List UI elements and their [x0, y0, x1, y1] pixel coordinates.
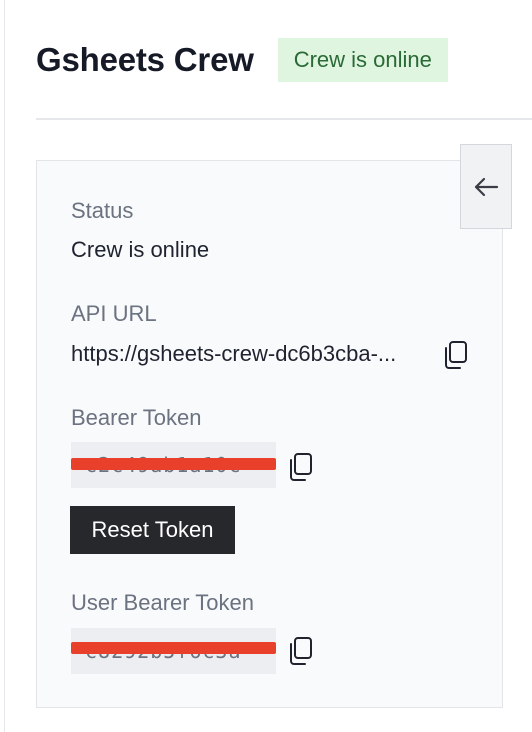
bearer-token-label: Bearer Token — [71, 405, 202, 430]
header-divider — [36, 118, 532, 120]
page-header: Gsheets Crew Crew is online — [36, 36, 448, 84]
copy-api-url-button[interactable] — [441, 340, 469, 370]
user-bearer-token-label: User Bearer Token — [71, 590, 255, 615]
api-url-value[interactable]: https://gsheets-crew-dc6b3cba-... — [71, 341, 431, 367]
copy-icon — [290, 637, 312, 665]
status-value: Crew is online — [71, 237, 210, 262]
reset-token-button[interactable]: Reset Token — [70, 506, 235, 554]
arrow-left-icon — [474, 177, 499, 196]
copy-icon — [445, 341, 467, 369]
left-border — [4, 0, 5, 732]
page-title: Gsheets Crew — [36, 41, 254, 78]
bearer-token-field[interactable]: c2c49ab1a10c — [71, 442, 276, 488]
status-badge: Crew is online — [277, 38, 448, 82]
redaction-bar — [71, 642, 276, 654]
status-label: Status — [71, 198, 134, 223]
user-bearer-token-field[interactable]: c8292b5f6c3a — [71, 628, 276, 674]
api-url-label: API URL — [71, 301, 157, 326]
collapse-panel-button[interactable] — [460, 144, 512, 229]
copy-user-bearer-token-button[interactable] — [286, 636, 314, 666]
copy-icon — [290, 453, 312, 481]
copy-bearer-token-button[interactable] — [286, 452, 314, 482]
redaction-bar — [71, 458, 276, 470]
